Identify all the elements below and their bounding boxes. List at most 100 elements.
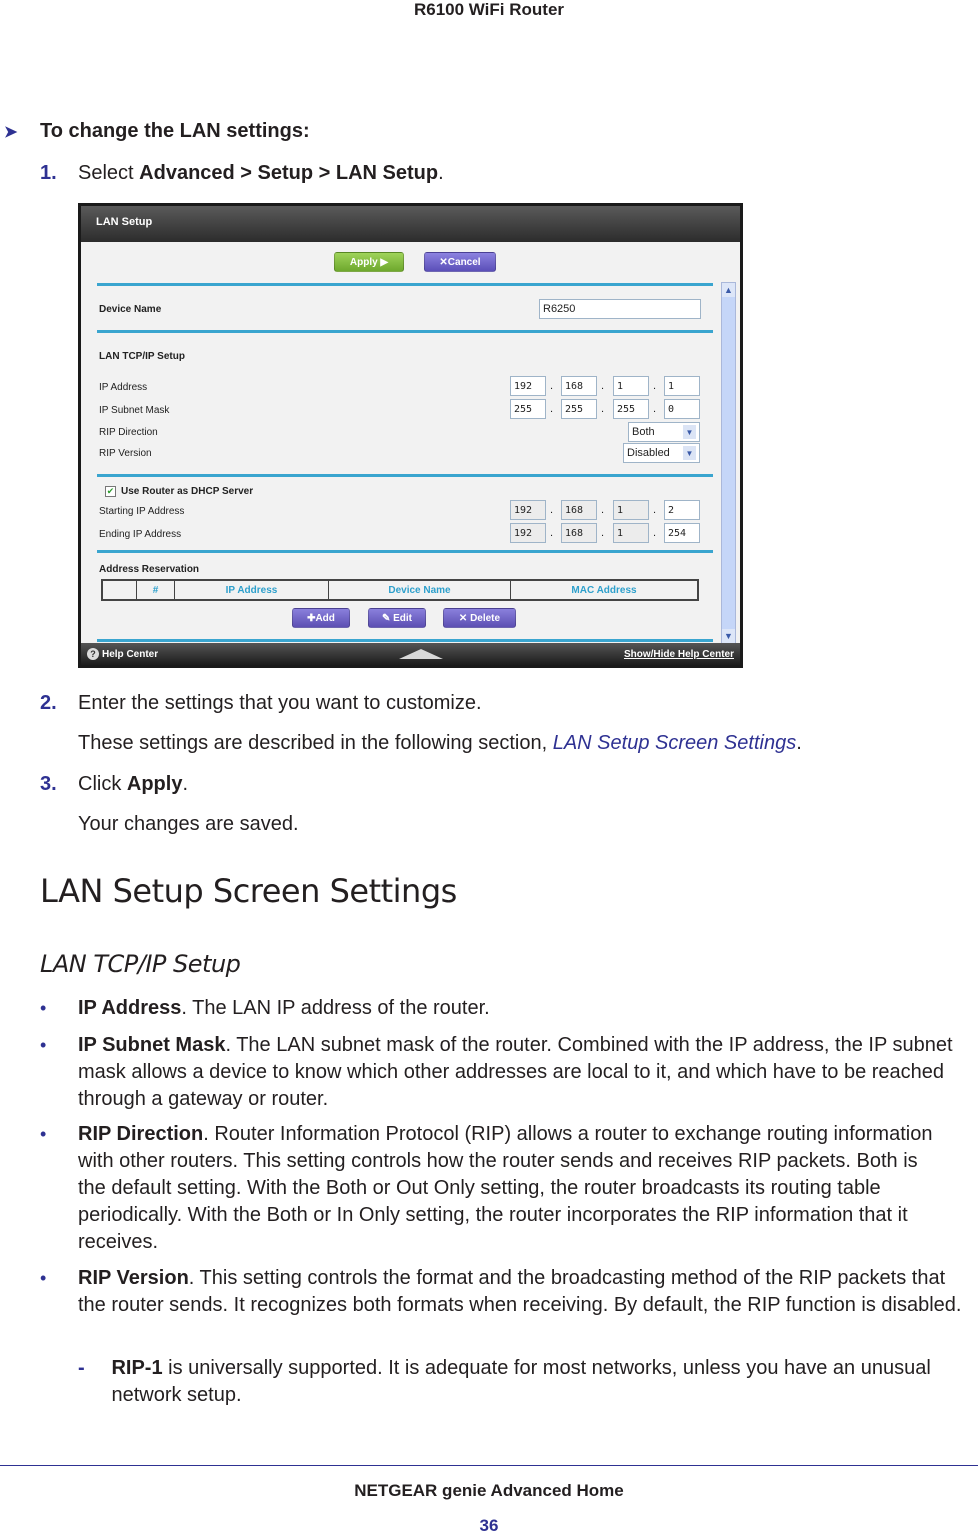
rip-direction-label: RIP Direction	[99, 427, 158, 438]
dot-separator: .	[601, 527, 605, 539]
ending-ip-octet-3	[613, 523, 649, 543]
add-button[interactable]: ✚Add	[292, 608, 350, 628]
rip-direction-value: Both	[632, 426, 655, 438]
page-number: 36	[479, 1516, 499, 1535]
dot-separator: .	[550, 380, 554, 392]
step-3: 3. Click Apply.	[40, 773, 188, 796]
vertical-scrollbar[interactable]: ▲ ▼	[721, 282, 736, 644]
starting-ip-octet-3	[613, 500, 649, 520]
section-heading: LAN Setup Screen Settings	[40, 872, 457, 910]
bullet-item: • RIP Direction. Router Information Prot…	[40, 1121, 950, 1256]
column-header-number[interactable]: #	[137, 581, 175, 599]
bullet-icon: •	[40, 998, 47, 1018]
ip-address-octet-2[interactable]	[561, 376, 597, 396]
ending-ip-octet-1	[510, 523, 546, 543]
subnet-octet-4[interactable]	[664, 399, 700, 419]
divider	[97, 639, 713, 642]
bullet-icon: •	[40, 1124, 47, 1144]
starting-ip-label: Starting IP Address	[99, 506, 185, 517]
help-center-link[interactable]: ? Help Center	[87, 648, 158, 660]
apply-button[interactable]: Apply ▶	[334, 252, 404, 272]
note-text: These settings are described in the foll…	[78, 732, 553, 754]
dhcp-server-label: Use Router as DHCP Server	[121, 486, 254, 497]
column-header-device-name[interactable]: Device Name	[329, 581, 511, 599]
footer-divider	[0, 1465, 978, 1466]
section-subheading: LAN TCP/IP Setup	[40, 950, 241, 978]
step-2: 2. Enter the settings that you want to c…	[40, 692, 482, 715]
rip-version-select[interactable]: Disabled ▼	[623, 443, 700, 463]
delete-button[interactable]: ✕ Delete	[443, 608, 516, 628]
step-text: Select Advanced > Setup > LAN Setup.	[78, 162, 444, 185]
divider	[97, 550, 713, 553]
edit-button[interactable]: ✎ Edit	[368, 608, 426, 628]
subnet-octet-3[interactable]	[613, 399, 649, 419]
divider	[97, 474, 713, 477]
rip-direction-select[interactable]: Both ▼	[628, 422, 700, 442]
ip-address-octet-1[interactable]	[510, 376, 546, 396]
step-3-note: Your changes are saved.	[78, 813, 299, 835]
bullet-icon: •	[40, 1035, 47, 1055]
ip-address-octet-3[interactable]	[613, 376, 649, 396]
starting-ip-octet-2	[561, 500, 597, 520]
ip-address-label: IP Address	[99, 382, 148, 393]
sub-bullet-item: - RIP-1 is universally supported. It is …	[78, 1355, 975, 1409]
bullet-term: IP Address	[78, 997, 182, 1019]
scroll-down-icon[interactable]: ▼	[722, 629, 735, 643]
subnet-mask-label: IP Subnet Mask	[99, 405, 170, 416]
column-header-select	[103, 581, 137, 599]
help-center-bar: ? Help Center Show/Hide Help Center	[81, 643, 740, 665]
dot-separator: .	[601, 403, 605, 415]
step-prefix: Click	[78, 773, 127, 795]
dash-icon: -	[78, 1357, 85, 1379]
bullet-description: . Router Information Protocol (RIP) allo…	[78, 1123, 933, 1253]
bullet-description: . The LAN IP address of the router.	[181, 997, 490, 1019]
bullet-term: RIP Direction	[78, 1123, 204, 1145]
step-2-note: These settings are described in the foll…	[78, 732, 802, 755]
divider	[97, 283, 713, 286]
step-prefix: Select	[78, 162, 140, 184]
show-hide-help-link[interactable]: Show/Hide Help Center	[624, 649, 734, 660]
ending-ip-octet-2	[561, 523, 597, 543]
bullet-term: RIP Version	[78, 1267, 189, 1289]
rip-version-label: RIP Version	[99, 448, 152, 459]
scroll-up-icon[interactable]: ▲	[722, 283, 735, 297]
column-header-ip-address[interactable]: IP Address	[175, 581, 329, 599]
bullet-description: . This setting controls the format and t…	[78, 1267, 962, 1316]
starting-ip-octet-4[interactable]	[664, 500, 700, 520]
dot-separator: .	[550, 403, 554, 415]
step-text: Click Apply.	[78, 773, 188, 796]
tcpip-heading: LAN TCP/IP Setup	[99, 351, 185, 362]
step-suffix: .	[182, 773, 189, 795]
dhcp-server-checkbox[interactable]: ✔	[105, 486, 116, 497]
dot-separator: .	[653, 403, 657, 415]
dot-separator: .	[550, 504, 554, 516]
ip-address-octet-4[interactable]	[664, 376, 700, 396]
subnet-octet-1[interactable]	[510, 399, 546, 419]
starting-ip-octet-1	[510, 500, 546, 520]
footer-title: NETGEAR genie Advanced Home	[354, 1481, 624, 1500]
bullet-item: • IP Subnet Mask. The LAN subnet mask of…	[40, 1032, 975, 1113]
step-suffix: .	[438, 162, 444, 184]
section-link[interactable]: LAN Setup Screen Settings	[553, 732, 796, 754]
bullet-text: RIP Version. This setting controls the f…	[78, 1265, 975, 1319]
device-name-input[interactable]	[539, 299, 701, 319]
dot-separator: .	[601, 504, 605, 516]
subnet-octet-2[interactable]	[561, 399, 597, 419]
arrow-bullet-icon: ➤	[4, 123, 18, 141]
rip-version-value: Disabled	[627, 447, 670, 459]
help-center-label: Help Center	[102, 648, 159, 660]
lan-setup-screenshot: LAN Setup Apply ▶ ✕Cancel Device Name LA…	[78, 203, 743, 668]
note-suffix: .	[796, 732, 802, 754]
bullet-item: • RIP Version. This setting controls the…	[40, 1265, 975, 1319]
expand-triangle-icon[interactable]	[399, 649, 444, 659]
sub-bullet-term: RIP-1	[111, 1357, 163, 1379]
ending-ip-octet-4[interactable]	[664, 523, 700, 543]
sub-bullet-text: RIP-1 is universally supported. It is ad…	[111, 1355, 975, 1409]
chevron-down-icon: ▼	[683, 425, 696, 439]
ending-ip-label: Ending IP Address	[99, 529, 182, 540]
step-1: 1. Select Advanced > Setup > LAN Setup.	[40, 162, 444, 185]
procedure-title: ➤ To change the LAN settings:	[0, 120, 310, 143]
dot-separator: .	[653, 380, 657, 392]
cancel-button[interactable]: ✕Cancel	[424, 252, 496, 272]
column-header-mac-address[interactable]: MAC Address	[511, 581, 697, 599]
